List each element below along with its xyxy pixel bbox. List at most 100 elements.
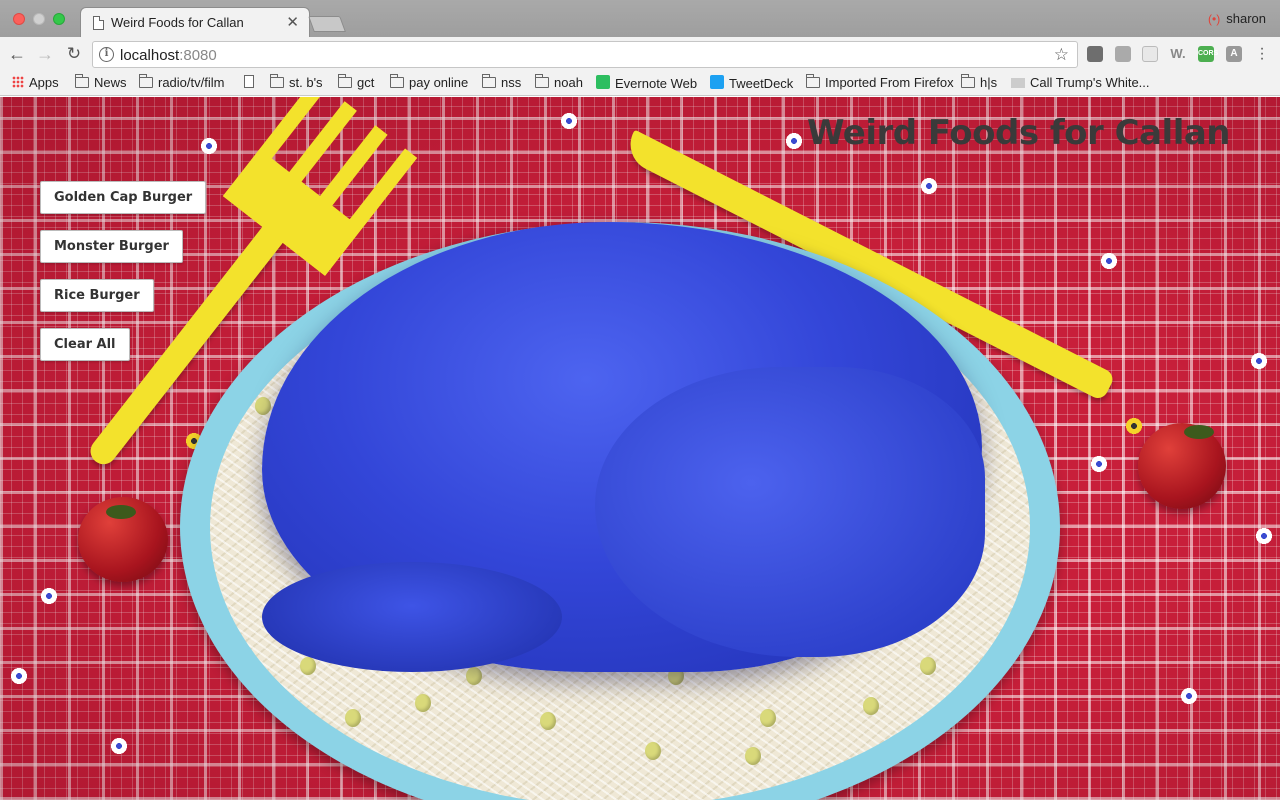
folder-icon <box>270 74 284 88</box>
tomato-stem <box>106 505 136 519</box>
evernote-ext-icon[interactable] <box>1087 46 1103 62</box>
rice-burger-button[interactable]: Rice Burger <box>40 279 154 312</box>
folder-icon <box>139 74 153 88</box>
pea <box>645 742 661 760</box>
page-title: Weird Foods for Callan <box>806 113 1231 153</box>
bookmark-apps[interactable]: Apps <box>12 75 59 90</box>
clear-all-button[interactable]: Clear All <box>40 328 130 361</box>
url-text: localhost:8080 <box>120 47 217 64</box>
monster-burger-button[interactable]: Monster Burger <box>40 230 183 263</box>
bookmark-label: Imported From Firefox <box>825 75 954 90</box>
bookmark-label: TweetDeck <box>729 76 794 91</box>
profile-name: sharon <box>1226 11 1266 26</box>
folder-icon <box>75 74 89 88</box>
bookmark-label: pay online <box>409 75 469 90</box>
forward-arrow-icon[interactable]: → <box>35 44 55 64</box>
flower-decoration <box>1180 687 1198 705</box>
bookmark-call-trump[interactable]: Call Trump's White... <box>1011 75 1150 90</box>
bookmark-label: Call Trump's White... <box>1030 75 1150 90</box>
page-viewport: Weird Foods for Callan Golden Cap Burger… <box>0 97 1280 800</box>
folder-icon <box>961 74 975 88</box>
back-arrow-icon[interactable]: ← <box>7 44 27 64</box>
evernote-icon <box>596 75 610 89</box>
site-icon <box>1011 78 1025 88</box>
bookmarks-bar: Apps News radio/tv/film st. b's gct pay … <box>0 71 1280 96</box>
pea <box>745 747 761 765</box>
bookmark-label: st. b's <box>289 75 323 90</box>
golden-cap-burger-button[interactable]: Golden Cap Burger <box>40 181 207 214</box>
close-tab-icon[interactable]: ✕ <box>286 13 299 31</box>
info-icon[interactable]: i <box>99 47 114 62</box>
bookmark-noah[interactable]: noah <box>535 74 583 90</box>
bookmark-gct[interactable]: gct <box>338 74 375 90</box>
tomato-stem <box>1184 425 1214 439</box>
pea <box>920 657 936 675</box>
url-host: localhost <box>120 47 180 64</box>
pea <box>540 712 556 730</box>
address-bar[interactable]: i localhost:8080 ☆ <box>92 41 1078 68</box>
bookmark-document[interactable] <box>244 75 259 90</box>
pea <box>466 667 482 685</box>
bookmark-label: gct <box>357 75 375 90</box>
flower-decoration <box>785 132 803 150</box>
bookmark-radio-tv-film[interactable]: radio/tv/film <box>139 74 225 90</box>
flower-decoration <box>1100 252 1118 270</box>
flower-decoration <box>40 587 58 605</box>
bookmark-label: Evernote Web <box>615 76 698 91</box>
bookmark-evernote[interactable]: Evernote Web <box>596 75 697 91</box>
cors-ext-icon[interactable]: CORS <box>1198 46 1218 62</box>
bookmark-label: nss <box>501 75 522 90</box>
folder-icon <box>482 74 496 88</box>
pea <box>760 709 776 727</box>
browser-toolbar: ← → ↻ i localhost:8080 ☆ W. CORS A · · · <box>0 37 1280 71</box>
angular-ext-icon[interactable]: A <box>1226 46 1242 62</box>
profile-button[interactable]: (•) sharon <box>1208 11 1266 26</box>
document-icon <box>93 16 104 30</box>
pea <box>863 697 879 715</box>
bookmark-star-icon[interactable]: ☆ <box>1054 45 1069 65</box>
bookmark-label: noah <box>554 75 583 90</box>
pea <box>300 657 316 675</box>
flower-decoration <box>1125 417 1143 435</box>
tomato-image <box>78 497 168 582</box>
flower-decoration <box>1250 352 1268 370</box>
bookmark-label: News <box>94 75 127 90</box>
bookmark-st-bs[interactable]: st. b's <box>270 74 323 90</box>
reader-ext-icon[interactable] <box>1115 46 1131 62</box>
bookmark-imported-firefox[interactable]: Imported From Firefox <box>806 74 954 90</box>
profile-icon: (•) <box>1208 12 1221 26</box>
menu-dots-icon[interactable]: · · · <box>1254 41 1270 67</box>
new-tab-button[interactable] <box>308 16 346 32</box>
w-ext-icon[interactable]: W. <box>1170 46 1186 62</box>
bookmark-news[interactable]: News <box>75 74 127 90</box>
tab-title: Weird Foods for Callan <box>111 15 244 30</box>
bookmark-pay-online[interactable]: pay online <box>390 74 469 90</box>
bookmark-label: radio/tv/film <box>158 75 225 90</box>
pea <box>415 694 431 712</box>
folder-icon <box>338 74 352 88</box>
flower-decoration <box>560 112 578 130</box>
bookmark-label: Apps <box>29 75 59 90</box>
flower-decoration <box>920 177 938 195</box>
close-window-button[interactable] <box>13 13 25 25</box>
folder-icon <box>535 74 549 88</box>
folder-icon <box>390 74 404 88</box>
bookmark-hs[interactable]: h|s <box>961 74 997 90</box>
tab-active[interactable]: Weird Foods for Callan ✕ <box>80 7 310 37</box>
flower-decoration <box>110 737 128 755</box>
chicken-wing-image <box>262 562 562 672</box>
folder-icon <box>806 74 820 88</box>
minimize-window-button[interactable] <box>33 13 45 25</box>
pea <box>255 397 271 415</box>
document-icon <box>244 75 254 88</box>
tab-strip: Weird Foods for Callan ✕ (•) sharon <box>0 0 1280 37</box>
reload-icon[interactable]: ↻ <box>64 44 84 64</box>
url-port: :8080 <box>179 47 217 64</box>
flower-decoration <box>1090 455 1108 473</box>
tweetdeck-icon <box>710 75 724 89</box>
bookmark-nss[interactable]: nss <box>482 74 522 90</box>
bookmark-tweetdeck[interactable]: TweetDeck <box>710 75 793 91</box>
blank-ext-icon[interactable] <box>1142 46 1158 62</box>
maximize-window-button[interactable] <box>53 13 65 25</box>
flower-decoration <box>200 137 218 155</box>
